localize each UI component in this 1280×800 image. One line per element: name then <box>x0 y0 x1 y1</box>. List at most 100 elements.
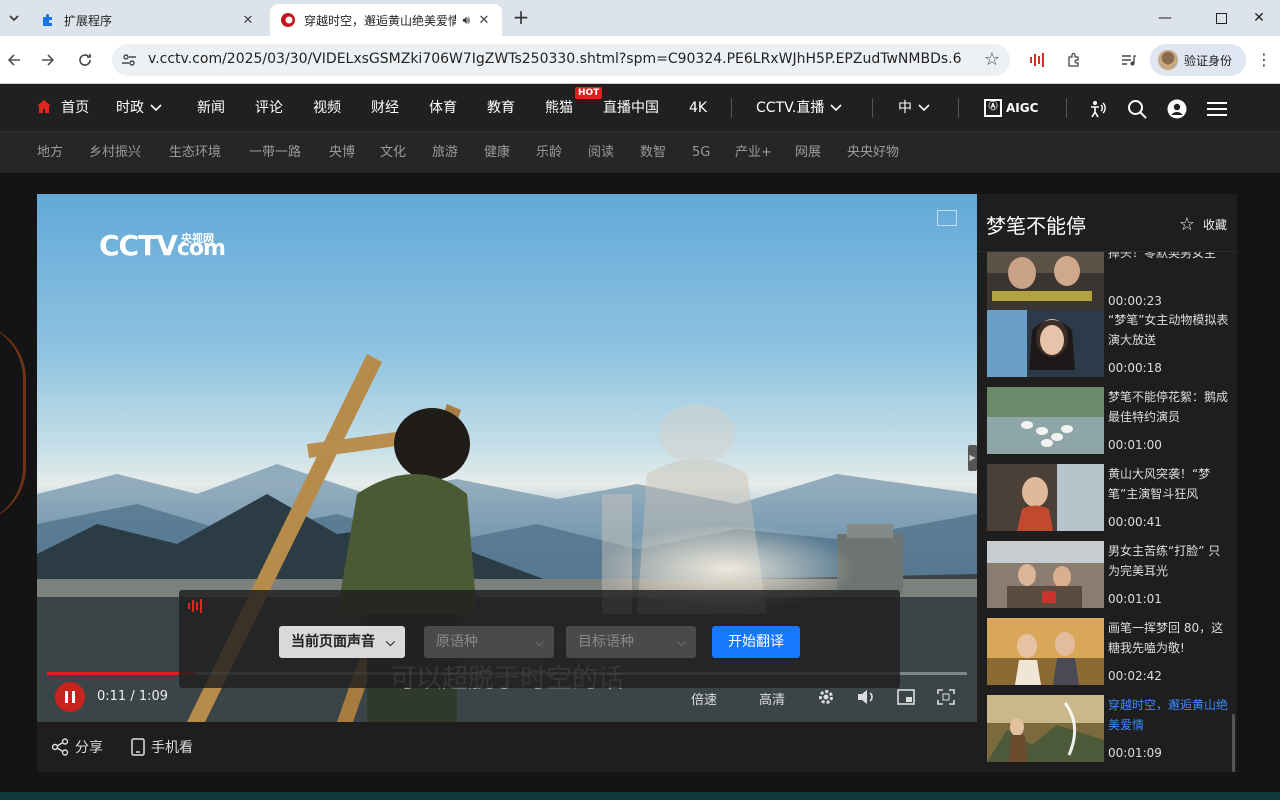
playlist-item-duration: 00:01:09 <box>1108 746 1162 760</box>
chevron-down-icon: ⌵ <box>534 635 544 649</box>
pip-mode-icon[interactable] <box>896 687 916 707</box>
nav-item-finance[interactable]: 财经 <box>371 85 399 131</box>
sub-nav-item[interactable]: 健康 <box>484 132 510 174</box>
tab-close-button[interactable]: ✕ <box>240 13 256 28</box>
player-actions-bar: 分享 手机看 <box>37 722 977 772</box>
new-tab-button[interactable]: + <box>510 7 532 29</box>
volume-icon[interactable] <box>856 687 876 707</box>
audio-wave-extension-icon[interactable] <box>1026 48 1050 72</box>
tab-video[interactable]: 穿越时空，邂逅黄山绝美爱情 🔊︎ ✕ <box>270 4 502 36</box>
sub-nav-item[interactable]: 文化 <box>380 132 406 174</box>
nav-item-home[interactable]: 首页 <box>37 85 89 131</box>
mobile-watch-button[interactable]: 手机看 <box>131 736 193 758</box>
maximize-icon <box>1215 12 1227 24</box>
sub-nav-item[interactable]: 产业+ <box>735 132 772 174</box>
favorite-button[interactable]: ☆ 收藏 <box>1179 214 1227 235</box>
playlist-item[interactable]: 梦笔不能停花絮：鹅成最佳特约演员 00:01:00 <box>987 387 1228 455</box>
close-window-button[interactable]: ✕ <box>1236 0 1280 36</box>
sub-nav-item[interactable]: 网展 <box>795 132 821 174</box>
playlist-item[interactable]: 男女主苦练“打脸” 只为完美耳光 00:01:01 <box>987 541 1227 609</box>
playlist-item-title: “梦笔”女主动物模拟表演大放送 <box>1108 313 1229 347</box>
sub-nav-item[interactable]: 阅读 <box>588 132 614 174</box>
tab-close-button[interactable]: ✕ <box>476 13 492 28</box>
tab-extensions[interactable]: 扩展程序 ✕ <box>30 4 266 36</box>
nav-item-education[interactable]: 教育 <box>487 85 515 131</box>
source-language-label: 原语种 <box>436 634 478 650</box>
sub-nav-item[interactable]: 央博 <box>329 132 355 174</box>
sub-nav-item[interactable]: 一带一路 <box>249 132 301 174</box>
speaker-icon[interactable]: 🔊︎ <box>462 13 470 28</box>
forward-button[interactable] <box>36 48 60 72</box>
start-translation-button[interactable]: 开始翻译 <box>712 626 800 658</box>
speed-button[interactable]: 倍速 <box>691 689 717 708</box>
playlist-item[interactable]: “梦笔”女主动物模拟表演大放送 00:00:18 <box>987 310 1229 378</box>
user-icon[interactable] <box>1166 98 1188 120</box>
browser-menu-button[interactable]: ⋮ <box>1254 48 1274 72</box>
collapse-playlist-button[interactable]: ▶ <box>968 445 977 471</box>
sub-nav-item[interactable]: 5G <box>692 132 710 174</box>
url-text: v.cctv.com/2025/03/30/VIDELxsGSMZki706W7… <box>148 51 962 67</box>
nav-item-politics[interactable]: 时政 <box>116 85 162 131</box>
cctv-logo: CCTVcom 央视网 <box>99 232 226 263</box>
nav-item-label: 直播中国 <box>603 100 659 116</box>
tab-search-button[interactable] <box>4 8 24 28</box>
reload-button[interactable] <box>73 48 97 72</box>
audio-source-select[interactable]: 当前页面声音 ⌵ <box>279 626 405 658</box>
nav-item-4k[interactable]: 4K <box>689 85 707 131</box>
chevron-down-icon <box>830 86 842 132</box>
profile-button[interactable]: 验证身份 <box>1150 44 1246 76</box>
sub-nav-item[interactable]: 生态环境 <box>169 132 221 174</box>
sub-nav-item[interactable]: 乐龄 <box>536 132 562 174</box>
fullscreen-icon[interactable] <box>936 687 956 707</box>
address-bar[interactable]: v.cctv.com/2025/03/30/VIDELxsGSMZki706W7… <box>112 44 1010 76</box>
target-language-select[interactable]: 目标语种 ⌵ <box>566 626 696 658</box>
nav-item-news[interactable]: 新闻 <box>197 85 225 131</box>
media-control-icon[interactable] <box>1116 48 1140 72</box>
hamburger-menu-icon[interactable] <box>1206 98 1228 120</box>
nav-item-label: 4K <box>689 100 708 116</box>
target-language-label: 目标语种 <box>578 634 634 650</box>
minimize-button[interactable]: — <box>1142 0 1188 36</box>
nav-item-panda[interactable]: 熊猫 <box>545 85 573 131</box>
tab-title: 穿越时空，邂逅黄山绝美爱情 <box>304 13 457 28</box>
playlist-item-duration: 00:00:41 <box>1108 515 1162 529</box>
picture-in-picture-icon[interactable] <box>937 210 957 226</box>
sub-nav-item[interactable]: 地方 <box>37 132 63 174</box>
video-thumbnail <box>987 310 1104 377</box>
playlist-item[interactable]: 掉头！零默契男女主 00:00:23 <box>987 252 1227 311</box>
search-icon[interactable] <box>1126 98 1148 120</box>
nav-item-video[interactable]: 视频 <box>313 85 341 131</box>
sub-nav-item[interactable]: 乡村振兴 <box>89 132 141 174</box>
video-thumbnail <box>987 252 1104 310</box>
nav-item-live-china[interactable]: 直播中国 <box>603 85 659 131</box>
playlist-item-current[interactable]: 穿越时空，邂逅黄山绝美爱情 00:01:09 <box>987 695 1228 763</box>
playlist-item[interactable]: 黄山大风突袭！“梦笔”主演智斗狂风 00:00:41 <box>987 464 1227 532</box>
settings-gear-icon[interactable] <box>816 687 836 707</box>
language-selector[interactable]: 中 <box>898 85 930 131</box>
share-button[interactable]: 分享 <box>51 736 103 758</box>
playlist-scrollbar[interactable] <box>1232 714 1235 772</box>
time-display: 0:11 / 1:09 <box>97 689 169 704</box>
quality-button[interactable]: 高清 <box>759 689 785 708</box>
aigc-link[interactable]: Ⓐ AIGC <box>984 98 1038 118</box>
source-language-select[interactable]: 原语种 ⌵ <box>424 626 554 658</box>
accessibility-icon[interactable] <box>1086 98 1108 120</box>
nav-item-label: 视频 <box>313 100 341 116</box>
pause-icon <box>72 691 75 703</box>
sub-nav-item[interactable]: 数智 <box>640 132 666 174</box>
pause-button[interactable] <box>55 682 85 712</box>
site-info-icon[interactable] <box>120 51 138 69</box>
sub-nav-item[interactable]: 央央好物 <box>847 132 899 174</box>
back-button[interactable] <box>2 48 26 72</box>
translation-toolbar: 当前页面声音 ⌵ 原语种 ⌵ 目标语种 ⌵ 开始翻译 <box>179 590 900 688</box>
nav-item-sports[interactable]: 体育 <box>429 85 457 131</box>
site-main-nav: 首页 时政 新闻 评论 视频 财经 体育 教育 熊猫 HOT 直播中国 4K C… <box>0 85 1280 131</box>
sub-nav-item[interactable]: 旅游 <box>432 132 458 174</box>
audio-source-label: 当前页面声音 <box>291 634 375 650</box>
nav-item-cctv-live[interactable]: CCTV.直播 <box>756 85 842 131</box>
playlist-panel: 梦笔不能停 ☆ 收藏 掉头！零默契男女主 00:00:23 “梦笔”女主动物模拟… <box>977 194 1237 772</box>
nav-item-comment[interactable]: 评论 <box>255 85 283 131</box>
bookmark-star-icon[interactable]: ☆ <box>984 49 1000 70</box>
playlist-item[interactable]: 画笔一挥梦回 80，这糖我先嗑为敬! 00:02:42 <box>987 618 1227 686</box>
extensions-puzzle-icon[interactable] <box>1063 48 1087 72</box>
